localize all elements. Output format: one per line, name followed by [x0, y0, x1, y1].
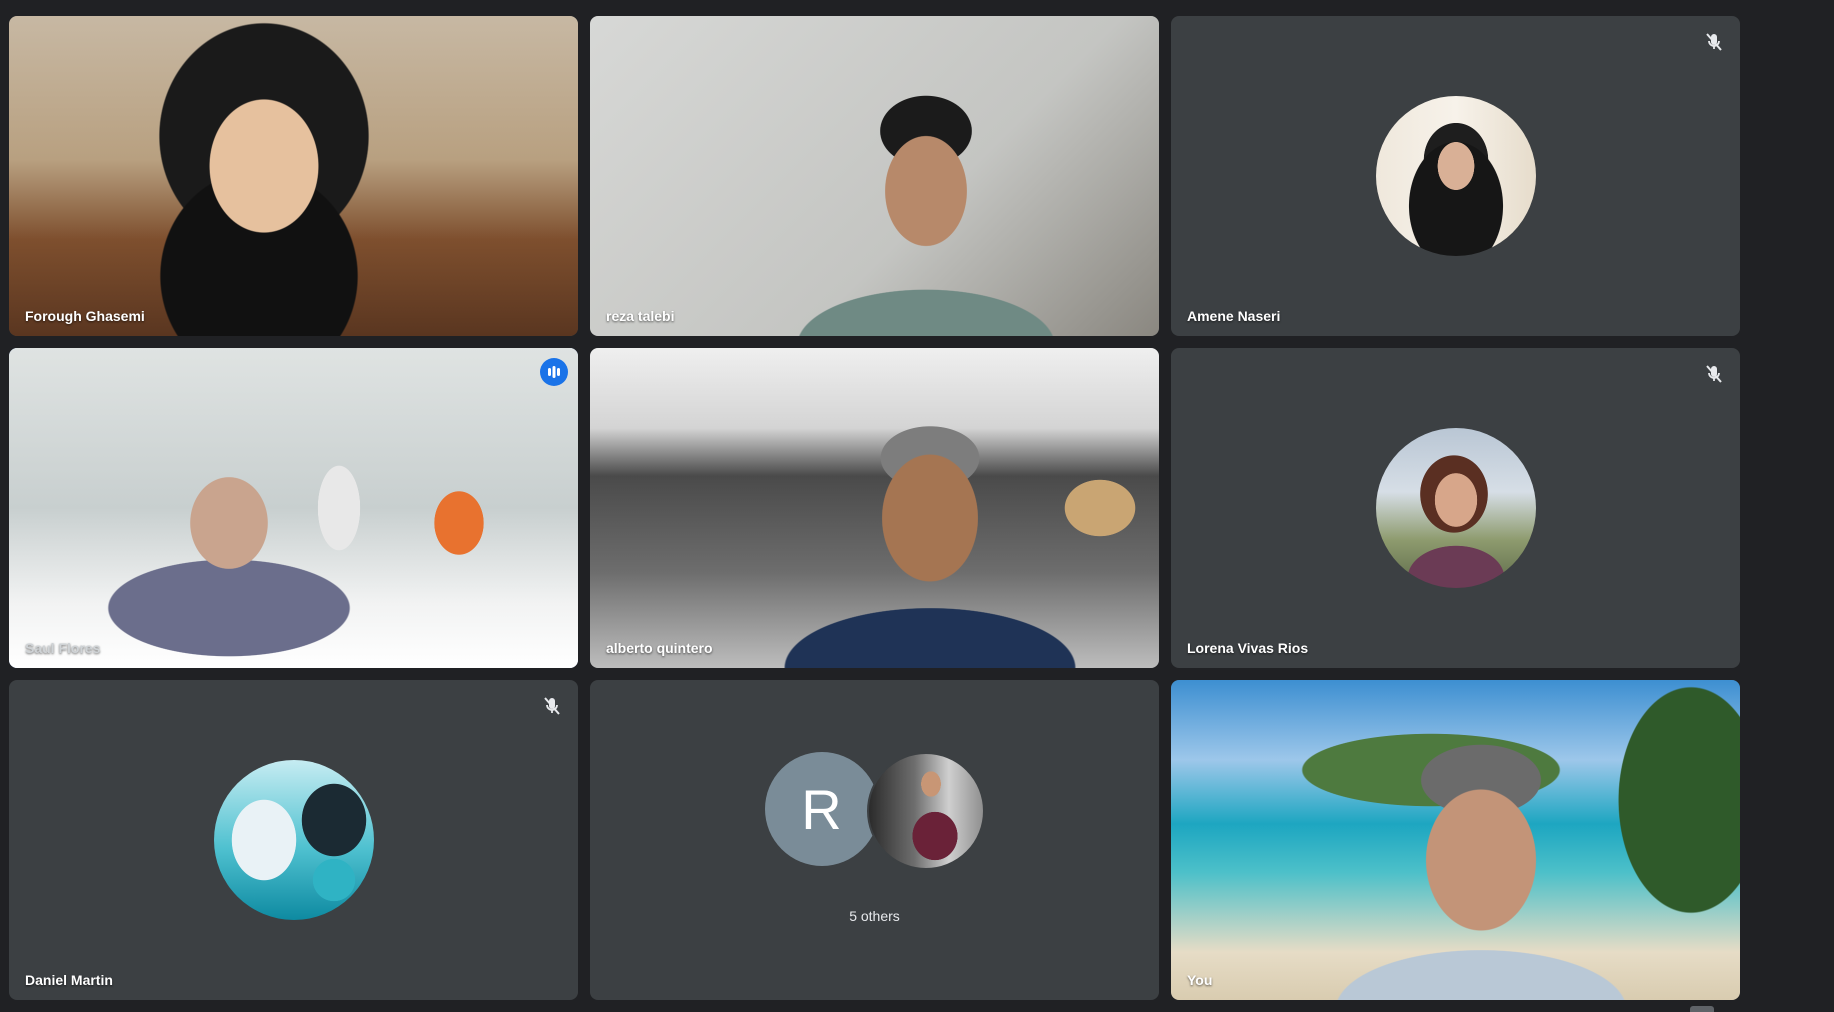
participant-tile-others[interactable]: R 5 others — [590, 680, 1159, 1000]
audio-wave-icon — [548, 366, 560, 378]
participant-video — [590, 16, 1159, 336]
participant-name: Daniel Martin — [25, 972, 113, 988]
meeting-grid: Forough Ghasemi reza talebi Amene Naseri… — [0, 0, 1834, 1012]
participant-tile-reza-talebi[interactable]: reza talebi — [590, 16, 1159, 336]
participant-name: Amene Naseri — [1187, 308, 1281, 324]
participant-avatar — [1375, 96, 1536, 256]
participant-tile-saul-flores[interactable]: Saul Flores — [9, 348, 578, 668]
scroll-indicator[interactable] — [1690, 1006, 1714, 1012]
mic-off-icon — [1706, 33, 1722, 51]
participant-tile-forough-ghasemi[interactable]: Forough Ghasemi — [9, 16, 578, 336]
participant-name: Lorena Vivas Rios — [1187, 640, 1309, 656]
participant-name: Forough Ghasemi — [25, 308, 145, 324]
participant-name: You — [1187, 972, 1213, 988]
participant-name: alberto quintero — [606, 640, 713, 656]
speaking-indicator — [540, 358, 568, 386]
mic-off-icon — [544, 697, 560, 715]
mic-off-icon — [1706, 365, 1722, 383]
participant-video — [590, 348, 1159, 668]
participant-video — [9, 16, 578, 336]
initial-avatar: R — [764, 752, 879, 866]
participant-tile-daniel-martin[interactable]: Daniel Martin — [9, 680, 578, 1000]
participant-name: Saul Flores — [25, 640, 101, 656]
participant-video — [1171, 680, 1740, 1000]
participant-video — [9, 348, 578, 668]
participant-name: reza talebi — [606, 308, 675, 324]
participant-tile-you[interactable]: You — [1171, 680, 1740, 1000]
participant-avatar — [213, 760, 374, 920]
participant-avatar — [1375, 428, 1536, 588]
participant-tile-alberto-quintero[interactable]: alberto quintero — [590, 348, 1159, 668]
others-count-label: 5 others — [849, 908, 900, 924]
participant-tile-amene-naseri[interactable]: Amene Naseri — [1171, 16, 1740, 336]
participant-tile-lorena-vivas-rios[interactable]: Lorena Vivas Rios — [1171, 348, 1740, 668]
others-avatar-group: R — [764, 752, 985, 870]
participant-avatar — [866, 752, 985, 870]
